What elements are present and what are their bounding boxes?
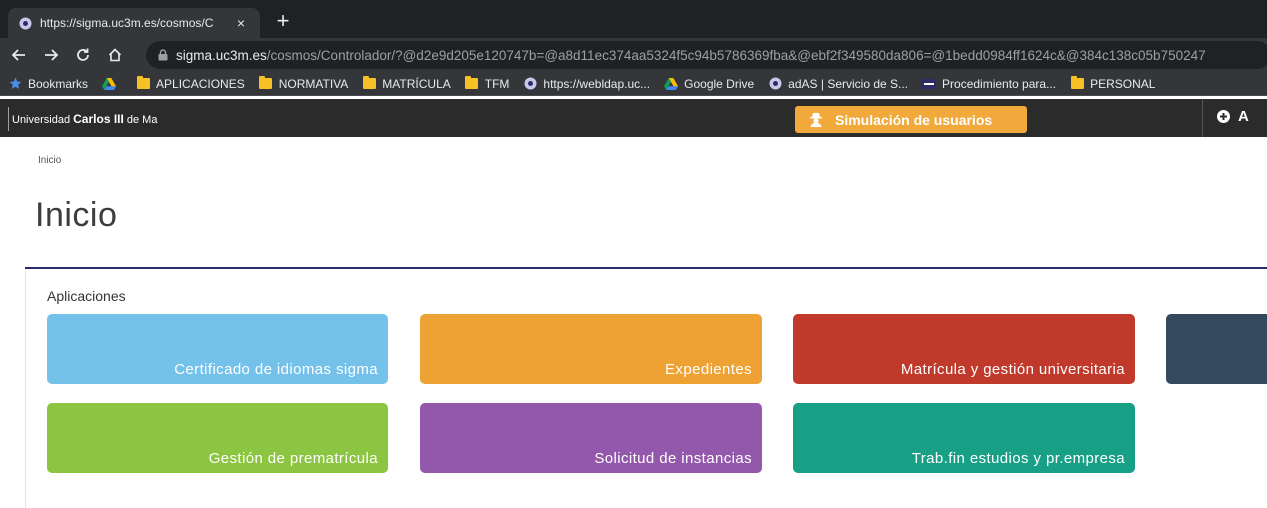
folder-icon <box>259 76 273 91</box>
back-icon[interactable] <box>6 42 32 68</box>
tile-label: Certificado de idiomas sigma <box>174 361 378 378</box>
tile-prematricula[interactable]: Gestión de prematrícula <box>47 403 388 473</box>
tile-label: Matrícula y gestión universitaria <box>900 361 1125 378</box>
logo-prefix: Universidad <box>12 114 74 126</box>
globe-icon <box>768 77 782 91</box>
breadcrumb[interactable]: Inicio <box>38 155 61 166</box>
bookmark-procedimiento[interactable]: Procedimiento para... <box>922 77 1056 91</box>
globe-icon <box>523 77 537 91</box>
bookmark-label: Procedimiento para... <box>942 76 1057 91</box>
folder-icon <box>1070 76 1084 91</box>
bookmark-label: MATRÍCULA <box>382 76 451 91</box>
tile-certificado-idiomas[interactable]: Certificado de idiomas sigma <box>47 314 388 384</box>
browser-toolbar: sigma.uc3m.es/cosmos/Controlador/?@d2e9d… <box>0 38 1267 72</box>
url-host: sigma.uc3m.es <box>176 47 267 63</box>
new-tab-button[interactable]: + <box>270 9 296 35</box>
bookmark-label: Google Drive <box>684 76 755 91</box>
section-label: Aplicaciones <box>47 288 126 304</box>
bookmark-label: NORMATIVA <box>278 76 349 91</box>
tile-matricula-gestion[interactable]: Matrícula y gestión universitaria <box>793 314 1135 384</box>
user-secret-icon <box>809 112 823 127</box>
address-bar[interactable]: sigma.uc3m.es/cosmos/Controlador/?@d2e9d… <box>146 41 1267 69</box>
title-divider <box>25 267 1267 269</box>
page-title: Inicio <box>35 196 118 234</box>
logo-bold: Carlos III <box>73 112 124 126</box>
tile-label: Trab.fin estudios y pr.empresa <box>911 450 1125 467</box>
header-menu-label: A <box>1238 108 1249 125</box>
uc3m-icon <box>922 77 937 91</box>
bookmark-personal[interactable]: PERSONAL <box>1070 76 1156 91</box>
header-add-menu[interactable]: A <box>1217 108 1249 125</box>
browser-tab-strip: https://sigma.uc3m.es/cosmos/C × + <box>0 0 1267 38</box>
bookmark-adas[interactable]: adAS | Servicio de S... <box>768 77 908 91</box>
simulate-users-label: Simulación de usuarios <box>835 111 993 128</box>
logo-divider <box>8 107 9 131</box>
bookmark-matricula[interactable]: MATRÍCULA <box>362 76 451 91</box>
bookmark-google-drive[interactable]: Google Drive <box>664 77 754 91</box>
site-favicon-icon <box>18 16 32 30</box>
tile-trabajo-fin-estudios[interactable]: Trab.fin estudios y pr.empresa <box>793 403 1135 473</box>
bookmark-label: APLICACIONES <box>156 76 245 91</box>
folder-icon <box>136 76 150 91</box>
bookmark-label: PERSONAL <box>1090 76 1156 91</box>
browser-tab[interactable]: https://sigma.uc3m.es/cosmos/C × <box>8 8 260 38</box>
folder-icon <box>465 76 479 91</box>
tile-label: Solicitud de instancias <box>594 450 752 467</box>
tab-title: https://sigma.uc3m.es/cosmos/C <box>40 16 214 30</box>
tile-partial[interactable] <box>1166 314 1267 384</box>
header-divider <box>1202 99 1203 137</box>
bookmark-label: TFM <box>484 76 510 91</box>
tile-expedientes[interactable]: Expedientes <box>420 314 762 384</box>
url-path: /cosmos/Controlador/?@d2e9d205e120747b=@… <box>266 47 1206 63</box>
site-header: Universidad Carlos III de Ma <box>0 99 1267 137</box>
reload-icon[interactable] <box>70 42 96 68</box>
forward-icon[interactable] <box>38 42 64 68</box>
folder-icon <box>362 76 376 91</box>
star-icon <box>8 77 22 91</box>
google-drive-icon <box>664 77 679 91</box>
university-logo[interactable]: Universidad Carlos III de Ma <box>12 112 157 126</box>
bookmark-aplicaciones[interactable]: APLICACIONES <box>136 76 245 91</box>
bookmark-label: https://webldap.uc... <box>543 76 651 91</box>
tile-solicitud-instancias[interactable]: Solicitud de instancias <box>420 403 762 473</box>
bookmark-bookmarks[interactable]: Bookmarks <box>8 77 88 91</box>
simulate-users-button[interactable]: Simulación de usuarios <box>795 106 1027 133</box>
lock-icon <box>158 49 168 61</box>
content-left-border <box>25 269 26 508</box>
bookmarks-bar: Bookmarks APLICACIONES NORMATIVA MATRÍCU… <box>0 72 1267 96</box>
close-tab-icon[interactable]: × <box>232 14 250 32</box>
tile-label: Gestión de prematrícula <box>208 450 378 467</box>
bookmark-webldap[interactable]: https://webldap.uc... <box>523 77 650 91</box>
google-drive-icon <box>102 77 117 91</box>
bookmark-label: adAS | Servicio de S... <box>788 76 909 91</box>
plus-circle-icon <box>1217 110 1230 123</box>
bookmark-normativa[interactable]: NORMATIVA <box>259 76 349 91</box>
bookmark-tfm[interactable]: TFM <box>465 76 510 91</box>
home-icon[interactable] <box>102 42 128 68</box>
bookmark-drive-shortcut[interactable] <box>102 77 122 91</box>
logo-suffix: de Ma <box>123 114 158 126</box>
bookmark-label: Bookmarks <box>28 76 89 91</box>
tile-label: Expedientes <box>665 361 752 378</box>
